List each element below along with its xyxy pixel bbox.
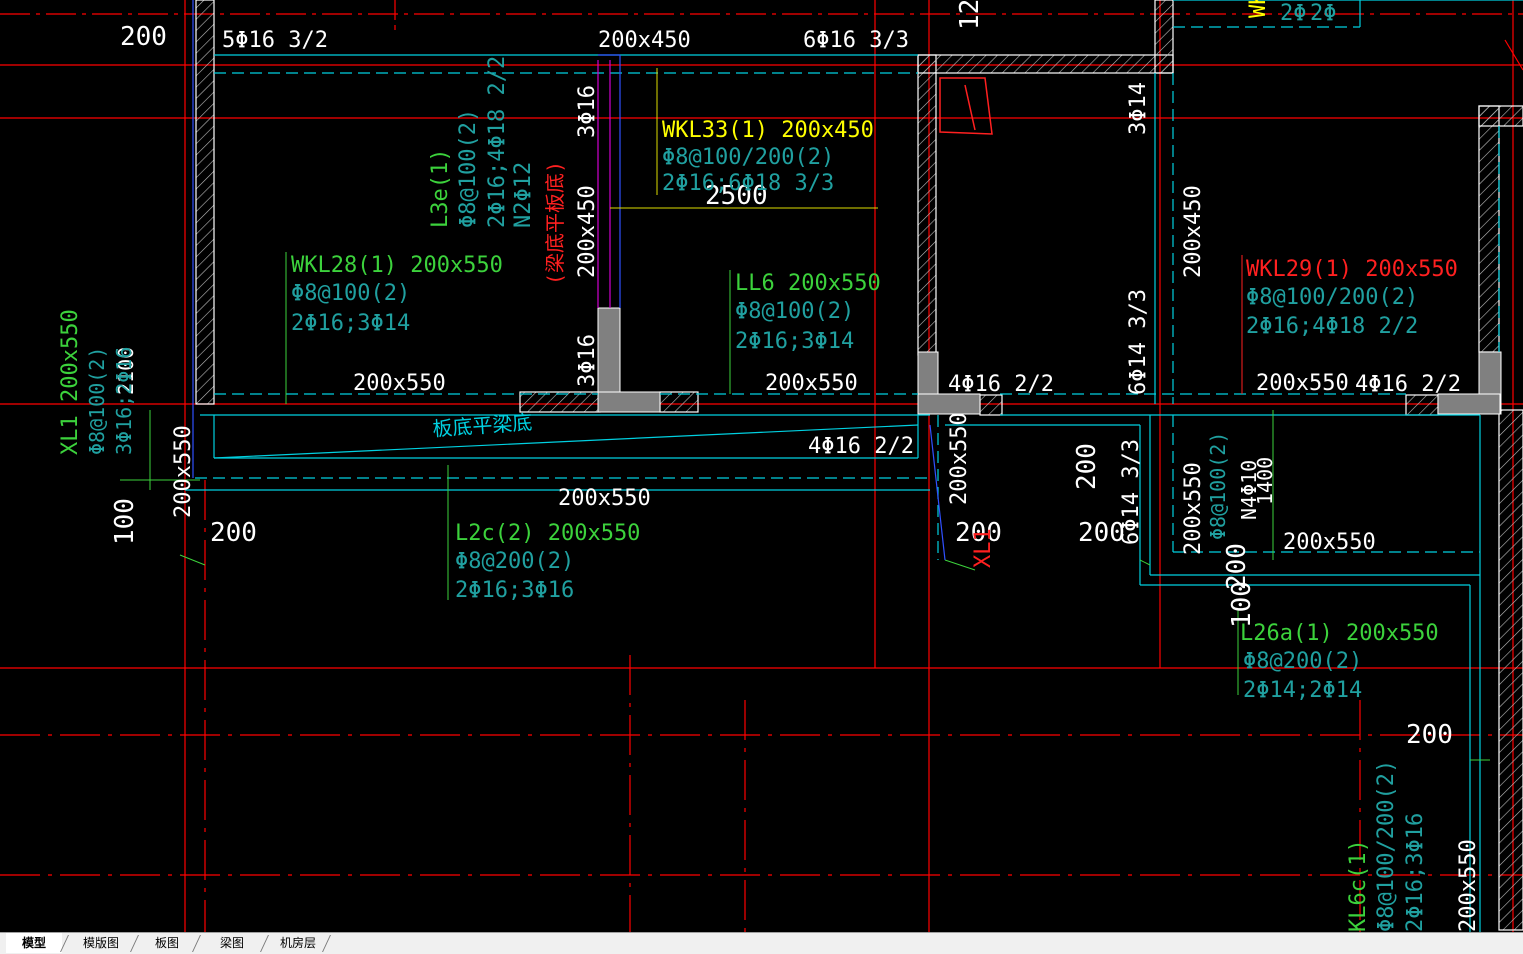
ll6-rebar: 2Φ16;3Φ14 bbox=[735, 329, 854, 354]
l2c-rebar: 2Φ16;3Φ16 bbox=[455, 578, 574, 603]
tab-model[interactable]: 模型 bbox=[6, 933, 62, 953]
dim-200-mid2: 200 bbox=[1078, 518, 1125, 548]
label-200x450-vertical: 200x450 bbox=[575, 185, 600, 278]
wkl29-name: WKL29(1) 200x550 bbox=[1246, 257, 1458, 282]
label-200x550-b: 200x550 bbox=[765, 371, 858, 396]
wkl28-name: WKL28(1) 200x550 bbox=[291, 253, 503, 278]
phi8-right-vertical: Φ8@100(2) bbox=[1206, 432, 1230, 540]
tab-template[interactable]: 模版图 bbox=[70, 933, 132, 953]
kl6c-rebar: 2Φ16;3Φ16 bbox=[1403, 813, 1428, 932]
label-200x550-right-vertical: 200x550 bbox=[1181, 462, 1206, 555]
label-4phi16-a: 4Φ16 2/2 bbox=[808, 434, 914, 459]
top-phi-label-2: 2Φ bbox=[1310, 1, 1337, 26]
wkl29-rebar: 2Φ16;4Φ18 2/2 bbox=[1246, 314, 1418, 339]
xl1-stirrup: Φ8@100(2) bbox=[85, 347, 109, 455]
label-rebar-top-left: 5Φ16 3/2 bbox=[222, 28, 328, 53]
wkl28-rebar: 2Φ16;3Φ14 bbox=[291, 311, 410, 336]
dim-200-far-right: 200 bbox=[1406, 720, 1453, 750]
label-200x550-d: 200x550 bbox=[558, 486, 651, 511]
xl1-rebar: 3Φ16;2Φ16 bbox=[112, 347, 136, 455]
label-200x550-far-right: 200x550 bbox=[1456, 839, 1481, 932]
tab-slab[interactable]: 板图 bbox=[140, 933, 194, 953]
l3e-stirrup: Φ8@100(2) bbox=[456, 109, 481, 228]
l26a-rebar: 2Φ14;2Φ14 bbox=[1243, 678, 1362, 703]
dim-200-top-left: 200 bbox=[120, 22, 167, 52]
l3e-rebar: 2Φ16;4Φ18 2/2 bbox=[485, 56, 510, 228]
l2c-name: L2c(2) 200x550 bbox=[455, 521, 640, 546]
ll6-stirrup: Φ8@100(2) bbox=[735, 299, 854, 324]
xl1-name: XL1 200x550 bbox=[58, 309, 83, 455]
label-200x550-mid-vertical: 200x550 bbox=[947, 412, 972, 505]
dim-200-mid-left: 200 bbox=[210, 518, 257, 548]
label-n4phi10: N4Φ10 bbox=[1237, 460, 1261, 520]
top-phi-label: 2Φ bbox=[1280, 1, 1307, 26]
kl6c-name: KL6c(1) bbox=[1346, 839, 1371, 932]
dim-200-vertical: 200 bbox=[1072, 443, 1102, 490]
label-200x450-right: 200x450 bbox=[1181, 185, 1206, 278]
label-6phi14: 6Φ14 3/3 bbox=[1126, 289, 1151, 395]
l26a-name: L26a(1) 200x550 bbox=[1240, 621, 1439, 646]
kl6c-stirrup: Φ8@100/200(2) bbox=[1374, 760, 1399, 932]
label-3phi14: 3Φ14 bbox=[1126, 82, 1151, 135]
layout-tab-bar: 模型 模版图 板图 梁图 机房层 bbox=[0, 932, 1523, 954]
label-4phi16-b: 4Φ16 2/2 bbox=[948, 372, 1054, 397]
wk-top-label: WK bbox=[1246, 0, 1271, 18]
l26a-stirrup: Φ8@200(2) bbox=[1243, 649, 1362, 674]
label-200x550-a: 200x550 bbox=[353, 371, 446, 396]
ll6-name: LL6 200x550 bbox=[735, 271, 881, 296]
dim-1200-top: 120 bbox=[955, 0, 985, 30]
tab-machine-room[interactable]: 机房层 bbox=[270, 933, 326, 953]
cad-model-canvas[interactable]: 200 200 200 200 200 2500 200 200 100 100… bbox=[0, 0, 1523, 932]
wkl28-stirrup: Φ8@100(2) bbox=[291, 281, 410, 306]
l3e-note: (梁底平板底) bbox=[543, 161, 567, 285]
wkl33-stirrup: Φ8@100/200(2) bbox=[662, 145, 834, 170]
l3e-name: L3e(1) bbox=[428, 149, 453, 228]
label-3phi16-top: 3Φ16 bbox=[575, 85, 600, 138]
xl-short: XL1 bbox=[971, 528, 996, 568]
label-200x550-left-vertical: 200x550 bbox=[171, 425, 196, 518]
label-beam-top-mid: 200x450 bbox=[598, 28, 691, 53]
label-6phi14-b: 6Φ14 3/3 bbox=[1119, 439, 1144, 545]
wkl33-name: WKL33(1) 200x450 bbox=[662, 118, 874, 143]
l3e-n: N2Φ12 bbox=[511, 162, 536, 228]
dim-100-left: 100 bbox=[110, 498, 140, 545]
tab-beam[interactable]: 梁图 bbox=[202, 933, 262, 953]
label-rebar-top-mid: 6Φ16 3/3 bbox=[803, 28, 909, 53]
l2c-stirrup: Φ8@200(2) bbox=[455, 549, 574, 574]
label-200x550-c: 200x550 bbox=[1256, 371, 1349, 396]
label-3phi16-bottom: 3Φ16 bbox=[575, 334, 600, 387]
label-4phi16-c: 4Φ16 2/2 bbox=[1355, 372, 1461, 397]
wkl29-stirrup: Φ8@100/200(2) bbox=[1246, 285, 1418, 310]
wkl33-rebar: 2Φ16;6Φ18 3/3 bbox=[662, 171, 834, 196]
label-200x550-e: 200x550 bbox=[1283, 530, 1376, 555]
